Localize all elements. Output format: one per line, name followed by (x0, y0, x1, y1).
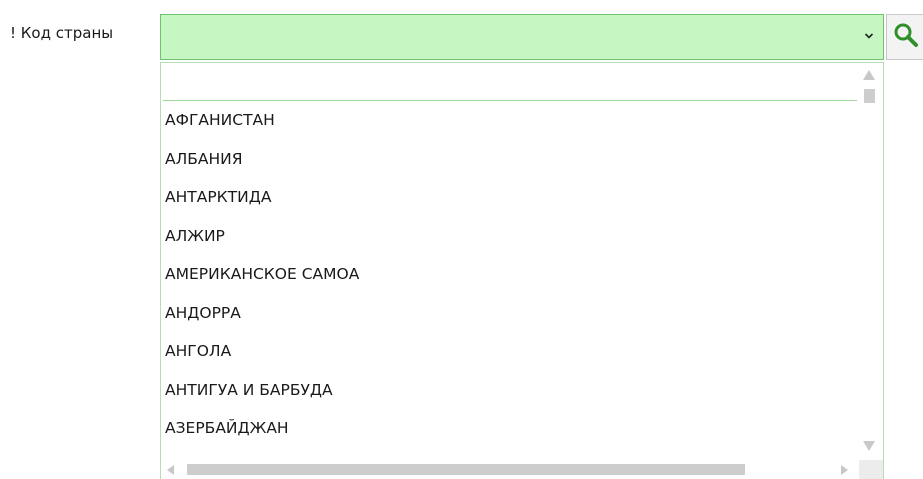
list-item[interactable]: АМЕРИКАНСКОЕ САМОА (161, 255, 859, 294)
search-button[interactable] (886, 14, 923, 60)
scrollbar-corner (859, 460, 883, 479)
scroll-up-icon[interactable] (863, 70, 875, 80)
country-code-label: ! Код страны (10, 24, 114, 42)
vertical-scrollbar[interactable] (859, 63, 883, 459)
scroll-left-icon[interactable] (167, 465, 174, 475)
scroll-down-icon[interactable] (863, 441, 875, 451)
list-item[interactable]: АРГЕНТИНА (161, 448, 859, 462)
country-list: АФГАНИСТАН АЛБАНИЯ АНТАРКТИДА АЛЖИР АМЕР… (161, 101, 859, 461)
list-item[interactable]: АНДОРРА (161, 294, 859, 333)
list-item[interactable]: АНГОЛА (161, 332, 859, 371)
horizontal-scroll-thumb[interactable] (187, 464, 745, 475)
country-code-combobox[interactable] (160, 14, 884, 60)
list-item[interactable]: АЛЖИР (161, 217, 859, 256)
dropdown-filter-input[interactable] (163, 63, 857, 101)
horizontal-scrollbar[interactable] (161, 460, 859, 479)
scroll-right-icon[interactable] (841, 465, 848, 475)
chevron-down-icon[interactable] (863, 29, 875, 43)
country-code-form: ! Код страны АФГАНИСТАН АЛБАНИЯ АНТАРКТИ… (0, 0, 923, 479)
country-dropdown-list: АФГАНИСТАН АЛБАНИЯ АНТАРКТИДА АЛЖИР АМЕР… (160, 62, 884, 479)
list-item[interactable]: АФГАНИСТАН (161, 101, 859, 140)
vertical-scroll-thumb[interactable] (864, 89, 875, 103)
list-item[interactable]: АЗЕРБАЙДЖАН (161, 409, 859, 448)
list-item[interactable]: АНТИГУА И БАРБУДА (161, 371, 859, 410)
list-item[interactable]: АЛБАНИЯ (161, 140, 859, 179)
search-icon (893, 22, 919, 52)
list-item[interactable]: АНТАРКТИДА (161, 178, 859, 217)
